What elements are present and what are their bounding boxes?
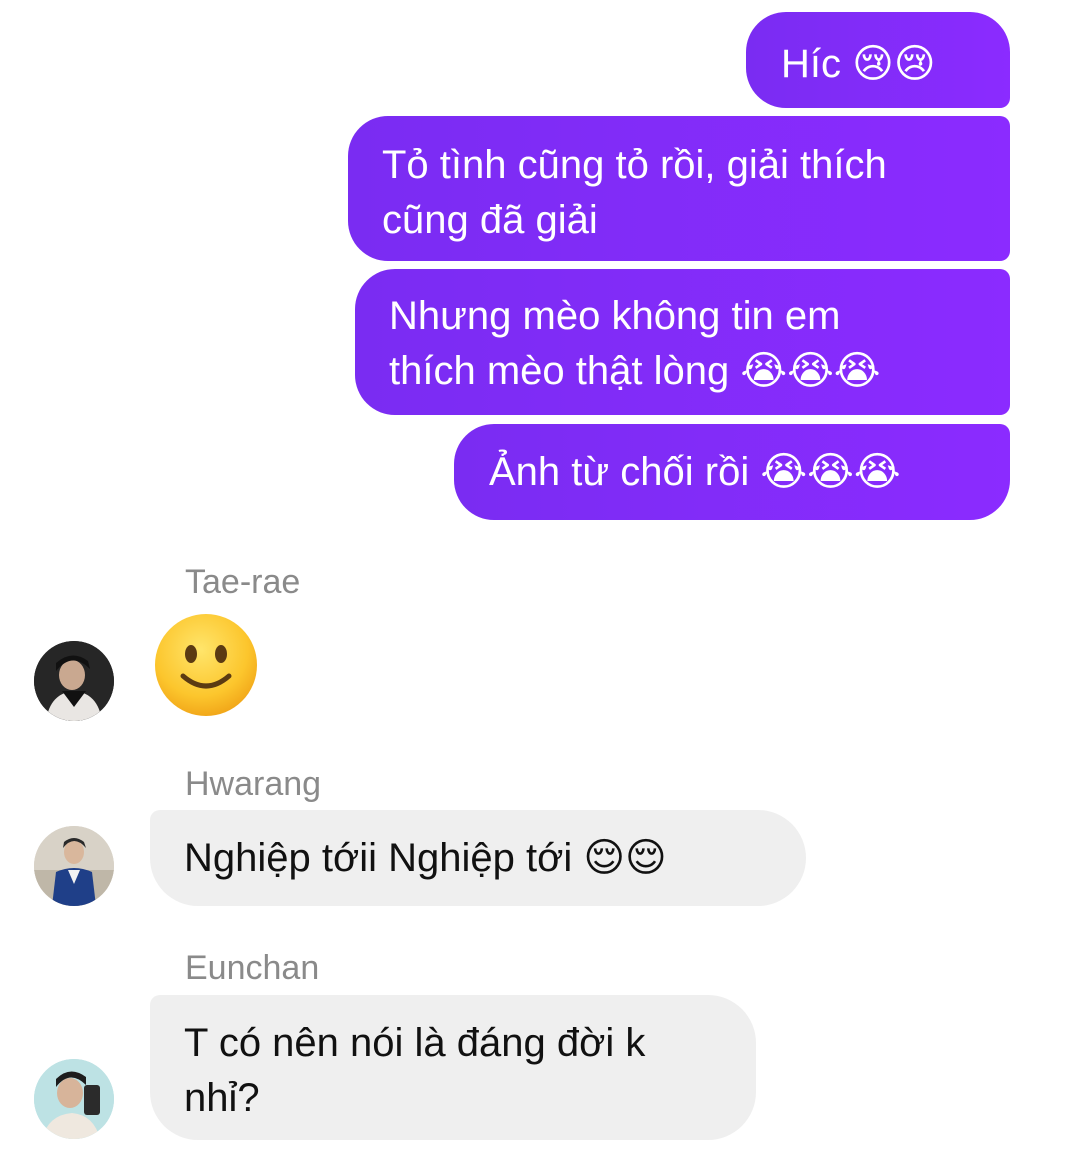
avatar[interactable] bbox=[34, 826, 114, 906]
sender-name: Eunchan bbox=[185, 949, 320, 987]
outgoing-message-bubble[interactable]: Tỏ tình cũng tỏ rồi, giải thích cũng đã … bbox=[348, 116, 1010, 261]
avatar[interactable] bbox=[34, 641, 114, 721]
outgoing-message-bubble[interactable]: Ảnh từ chối rồi 😭😭😭 bbox=[454, 424, 1010, 520]
profile-photo bbox=[34, 826, 114, 906]
outgoing-message-bubble[interactable]: Híc 😢😢 bbox=[746, 12, 1010, 108]
sender-name: Tae-rae bbox=[185, 563, 301, 601]
profile-photo bbox=[34, 641, 114, 721]
avatar[interactable] bbox=[34, 1059, 114, 1139]
incoming-message-bubble[interactable]: T có nên nói là đáng đời k nhỉ? bbox=[150, 995, 756, 1140]
outgoing-message-bubble[interactable]: Nhưng mèo không tin em thích mèo thật lò… bbox=[355, 269, 1010, 415]
profile-photo bbox=[34, 1059, 114, 1139]
incoming-message-bubble[interactable]: Nghiệp tớii Nghiệp tới 😌😌 bbox=[150, 810, 806, 906]
sender-name: Hwarang bbox=[185, 765, 322, 803]
slightly-smiling-face-icon[interactable] bbox=[153, 612, 259, 718]
